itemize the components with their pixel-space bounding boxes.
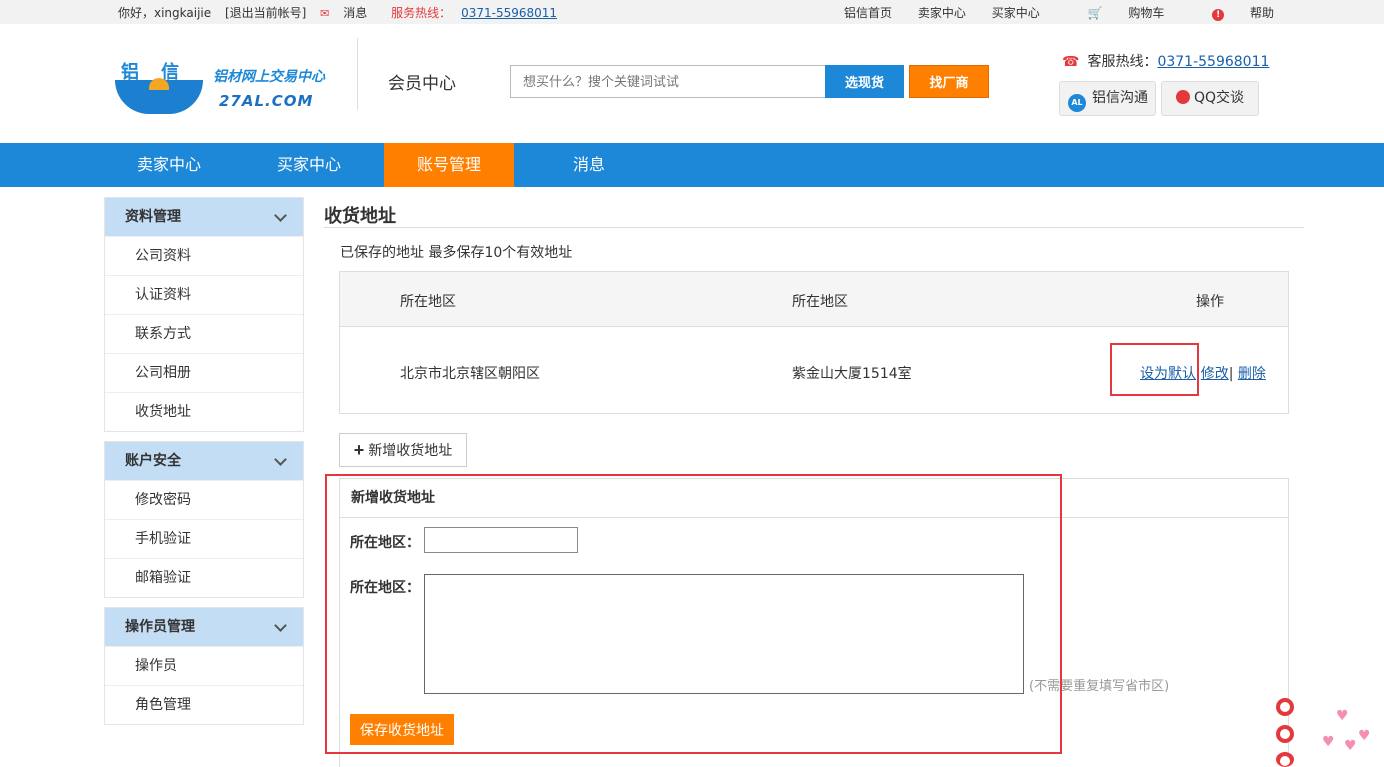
select-stock-button[interactable]: 选现货: [825, 65, 904, 98]
search-input[interactable]: [510, 65, 826, 98]
column-header-address: 所在地区: [792, 294, 848, 310]
hotline-label: 服务热线：: [391, 6, 452, 20]
row-address: 紫金山大厦1514室: [792, 366, 912, 382]
qq-icon: [1176, 90, 1190, 104]
sidebar-group-title[interactable]: 账户安全: [105, 442, 303, 480]
chevron-down-icon: [274, 619, 287, 632]
column-header-region: 所在地区: [400, 294, 456, 310]
add-address-button[interactable]: + 新增收货地址: [339, 433, 467, 467]
qq-chat-button[interactable]: QQ交谈: [1161, 81, 1259, 116]
hotline-number[interactable]: 0371-55968011: [461, 6, 557, 20]
link-seller-center[interactable]: 卖家中心: [918, 6, 966, 20]
nav-buyer-center[interactable]: 买家中心: [244, 143, 374, 187]
cart-icon: 🛒: [1087, 6, 1103, 20]
sidebar-item-roles[interactable]: 角色管理: [105, 685, 303, 724]
sidebar-group-label: 账户安全: [125, 453, 181, 469]
float-gear-icon[interactable]: [1276, 752, 1294, 767]
nav-seller-center[interactable]: 卖家中心: [104, 143, 234, 187]
heart-icon: ♥: [1322, 734, 1335, 750]
delete-link[interactable]: 删除: [1238, 366, 1266, 382]
service-label: 客服热线：: [1087, 54, 1158, 70]
help-icon: !: [1212, 9, 1225, 21]
sidebar-item-shipping-address[interactable]: 收货地址: [105, 392, 303, 431]
nav-account-management[interactable]: 账号管理: [384, 143, 514, 187]
edit-link[interactable]: 修改: [1201, 366, 1229, 382]
al-chat-button[interactable]: AL 铝信沟通: [1059, 81, 1156, 116]
logout-link[interactable]: [退出当前帐号]: [225, 6, 306, 20]
sidebar-group-operators: 操作员管理 操作员 角色管理: [104, 607, 304, 725]
sidebar-item-email-verify[interactable]: 邮箱验证: [105, 558, 303, 597]
hotline: 服务热线： 0371-55968011: [391, 6, 557, 20]
column-header-actions: 操作: [1196, 294, 1224, 310]
logo-slogan: 铝材网上交易中心: [213, 69, 325, 85]
nav-messages[interactable]: 消息: [524, 143, 654, 187]
sidebar-item-change-password[interactable]: 修改密码: [105, 480, 303, 519]
heart-icon: ♥: [1336, 708, 1349, 724]
link-buyer-center[interactable]: 买家中心: [992, 6, 1040, 20]
float-refresh-icon[interactable]: [1276, 698, 1294, 716]
main-nav: 卖家中心 买家中心 账号管理 消息: [0, 143, 1384, 187]
find-factory-button[interactable]: 找厂商: [909, 65, 989, 98]
link-help[interactable]: ! 帮助: [1190, 6, 1274, 21]
sidebar-item-company-info[interactable]: 公司资料: [105, 236, 303, 275]
sidebar-group-security: 账户安全 修改密码 手机验证 邮箱验证: [104, 441, 304, 598]
member-center-title: 会员中心: [388, 74, 456, 94]
sidebar-group-profile: 资料管理 公司资料 认证资料 联系方式 公司相册 收货地址: [104, 197, 304, 432]
help-label: 帮助: [1249, 6, 1274, 20]
sidebar-item-phone-verify[interactable]: 手机验证: [105, 519, 303, 558]
greeting: 你好，xingkaijie: [118, 6, 212, 20]
float-moon-icon[interactable]: [1276, 725, 1294, 743]
page-title: 收货地址: [324, 206, 396, 227]
mail-icon: ✉: [320, 7, 330, 20]
plus-icon: +: [353, 440, 365, 460]
al-chat-label: 铝信沟通: [1092, 90, 1148, 106]
sidebar-group-title[interactable]: 资料管理: [105, 198, 303, 236]
highlight-box-actions: [1110, 343, 1199, 396]
cart-label: 购物车: [1128, 6, 1165, 20]
sidebar-group-title[interactable]: 操作员管理: [105, 608, 303, 646]
sidebar-item-certification[interactable]: 认证资料: [105, 275, 303, 314]
add-address-label: 新增收货地址: [368, 442, 453, 458]
sidebar-item-album[interactable]: 公司相册: [105, 353, 303, 392]
service-number-link[interactable]: 0371-55968011: [1157, 54, 1269, 70]
header-divider: [357, 38, 358, 110]
service-hotline: ☎ 客服热线：0371-55968011: [1062, 51, 1269, 71]
row-region: 北京市北京辖区朝阳区: [400, 366, 540, 382]
messages-link[interactable]: ✉ 消息: [320, 6, 377, 20]
phone-icon: ☎: [1062, 54, 1080, 70]
logo-domain: 27AL.COM: [219, 92, 314, 110]
link-home[interactable]: 铝信首页: [844, 6, 892, 20]
heart-icon: ♥: [1344, 738, 1357, 754]
chevron-down-icon: [274, 209, 287, 222]
al-chat-icon: AL: [1068, 94, 1086, 112]
sidebar-group-label: 操作员管理: [125, 619, 195, 635]
link-cart[interactable]: 🛒 购物车: [1066, 6, 1165, 20]
saved-address-note: 已保存的地址 最多保存10个有效地址: [340, 245, 573, 261]
sidebar-group-label: 资料管理: [125, 209, 181, 225]
heart-icon: ♥: [1358, 728, 1371, 744]
top-bar-left: 你好，xingkaijie [退出当前帐号] ✉ 消息 服务热线： 0371-55…: [118, 4, 567, 21]
site-logo[interactable]: 铝信 铝材网上交易中心 27AL.COM: [115, 58, 340, 118]
title-divider: [324, 227, 1304, 228]
qq-chat-label: QQ交谈: [1194, 90, 1245, 106]
messages-label: 消息: [343, 6, 368, 20]
top-bar-right: 铝信首页 卖家中心 买家中心 🛒 购物车 ! 帮助: [822, 4, 1274, 21]
sidebar-item-operators[interactable]: 操作员: [105, 646, 303, 685]
chevron-down-icon: [274, 453, 287, 466]
sidebar-item-contact[interactable]: 联系方式: [105, 314, 303, 353]
table-header: 所在地区 所在地区 操作: [340, 272, 1288, 327]
top-bar: 你好，xingkaijie [退出当前帐号] ✉ 消息 服务热线： 0371-55…: [0, 0, 1384, 24]
highlight-box-form: [325, 474, 1062, 754]
